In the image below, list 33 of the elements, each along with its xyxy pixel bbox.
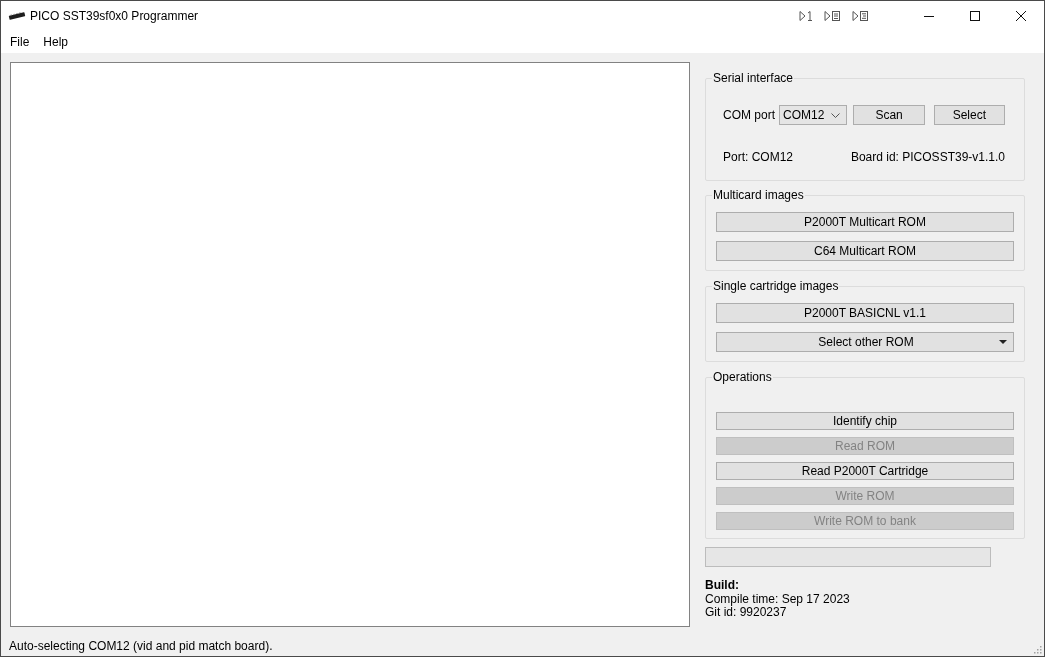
- rom-button[interactable]: Read P2000T Cartridge: [716, 462, 1014, 480]
- triangle-box-icon[interactable]: [852, 10, 869, 22]
- chevron-down-icon: [831, 112, 841, 118]
- board-id-text: Board id: PICOSST39-v1.1.0: [850, 150, 1005, 164]
- rom-button[interactable]: C64 Multicart ROM: [716, 241, 1014, 261]
- rom-button[interactable]: P2000T BASICNL v1.1: [716, 303, 1014, 323]
- group-title: Operations: [712, 370, 773, 384]
- chip-icon: [8, 12, 26, 20]
- com-port-dropdown[interactable]: COM12: [779, 105, 848, 125]
- com-port-label: COM port: [723, 108, 775, 122]
- group-title: Single cartridge images: [712, 279, 840, 293]
- rom-button[interactable]: Identify chip: [716, 412, 1014, 430]
- compile-time-text: Compile time: Sep 17 2023: [705, 592, 850, 606]
- menu-item[interactable]: File: [3, 32, 37, 52]
- status-text: Auto-selecting COM12 (vid and pid match board).: [9, 639, 273, 653]
- triangle-box-icon[interactable]: [824, 10, 841, 22]
- dropdown-arrow-icon: [999, 340, 1007, 344]
- close-icon: [1016, 11, 1026, 21]
- git-id-text: Git id: 9920237: [705, 606, 787, 620]
- maximize-icon: [970, 11, 980, 21]
- build-heading: Build:: [705, 579, 739, 593]
- group-title: Multicard images: [712, 188, 805, 202]
- rom-dropdown-button[interactable]: Select other ROM: [716, 332, 1014, 352]
- group-title: Serial interface: [712, 71, 795, 85]
- select-button[interactable]: Select: [933, 105, 1005, 125]
- port-text: Port: COM12: [723, 150, 794, 164]
- triangle-bar-icon[interactable]: [799, 10, 813, 22]
- window-title: PICO SST39sf0x0 Programmer: [30, 9, 199, 23]
- menu-item[interactable]: Help: [36, 32, 76, 52]
- resize-grip-icon[interactable]: [1034, 646, 1042, 654]
- scan-button[interactable]: Scan: [853, 105, 925, 125]
- rom-button[interactable]: P2000T Multicart ROM: [716, 212, 1014, 232]
- minimize-icon: [924, 15, 934, 17]
